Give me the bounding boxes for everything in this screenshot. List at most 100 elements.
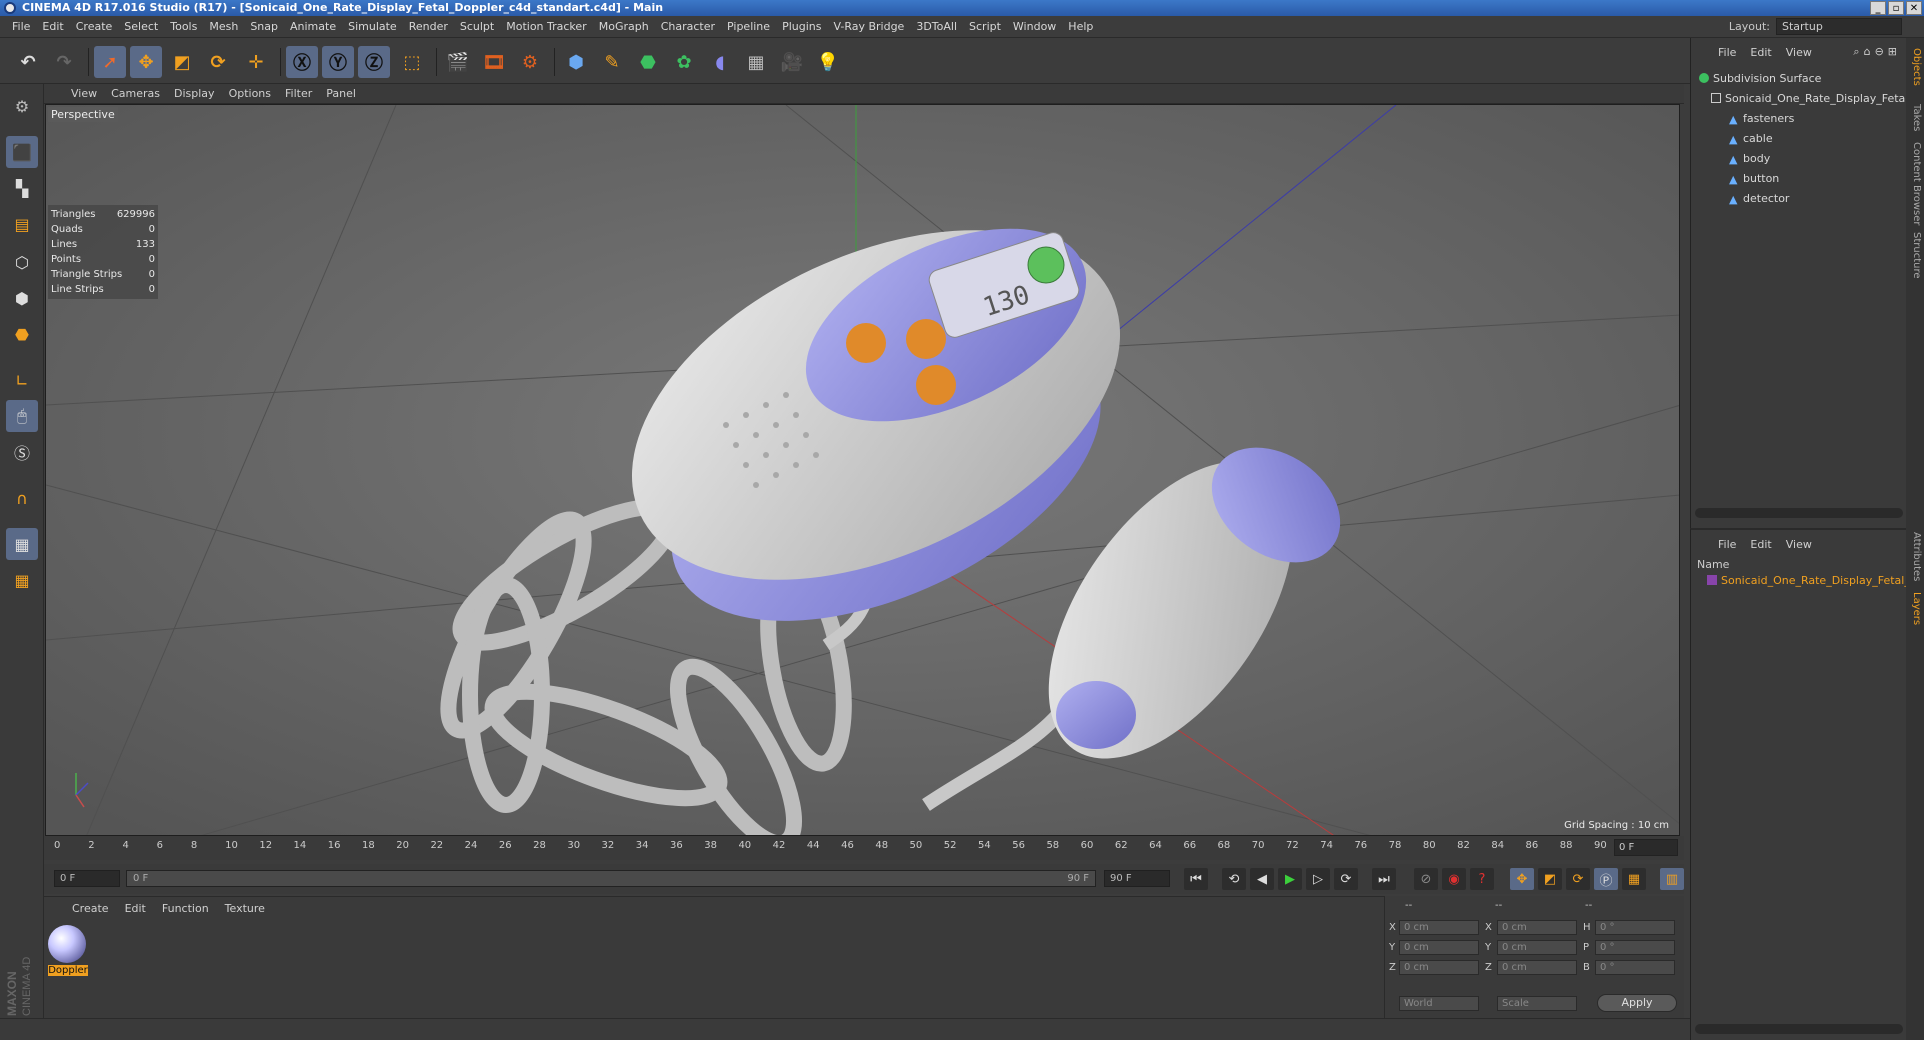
key-pla-icon[interactable]: ▦ bbox=[1622, 868, 1646, 890]
layers-menu-file[interactable]: File bbox=[1711, 538, 1743, 551]
tab-structure[interactable]: Structure bbox=[1908, 228, 1922, 283]
polygons-mode-icon[interactable]: ⬣ bbox=[6, 318, 38, 350]
pos-y-field[interactable]: 0 cm bbox=[1399, 940, 1479, 955]
viewport-menu-panel[interactable]: Panel bbox=[319, 87, 363, 100]
menu-render[interactable]: Render bbox=[403, 16, 454, 38]
key-position-icon[interactable]: ✥ bbox=[1510, 868, 1534, 890]
transform-tool-icon[interactable]: ✛ bbox=[240, 46, 272, 78]
menu-window[interactable]: Window bbox=[1007, 16, 1062, 38]
key-scale-icon[interactable]: ◩ bbox=[1538, 868, 1562, 890]
size-x-field[interactable]: 0 cm bbox=[1497, 920, 1577, 935]
viewport-menu-cameras[interactable]: Cameras bbox=[104, 87, 167, 100]
maximize-button[interactable]: ▫ bbox=[1888, 1, 1904, 15]
layers-menu-edit[interactable]: Edit bbox=[1743, 538, 1778, 551]
size-z-field[interactable]: 0 cm bbox=[1497, 960, 1577, 975]
edges-mode-icon[interactable]: ⬢ bbox=[6, 282, 38, 314]
layers-menu-view[interactable]: View bbox=[1779, 538, 1819, 551]
light-icon[interactable]: 💡 bbox=[812, 46, 844, 78]
objects-menu-file[interactable]: File bbox=[1711, 46, 1743, 59]
redo-icon[interactable]: ↷ bbox=[48, 46, 80, 78]
menu-motion-tracker[interactable]: Motion Tracker bbox=[500, 16, 592, 38]
size-mode-select[interactable]: Scale bbox=[1497, 996, 1577, 1011]
rot-h-field[interactable]: 0 ° bbox=[1595, 920, 1675, 935]
rot-b-field[interactable]: 0 ° bbox=[1595, 960, 1675, 975]
end-frame-field[interactable]: 90 F bbox=[1104, 870, 1170, 887]
planar-workplane-icon[interactable]: ▦ bbox=[6, 564, 38, 596]
tree-item-button[interactable]: ▲ button bbox=[1729, 170, 1779, 188]
menu-pipeline[interactable]: Pipeline bbox=[721, 16, 776, 38]
menu-help[interactable]: Help bbox=[1062, 16, 1099, 38]
menu-create[interactable]: Create bbox=[70, 16, 119, 38]
goto-start-icon[interactable]: ⏮ bbox=[1184, 868, 1208, 890]
menu-edit[interactable]: Edit bbox=[36, 16, 69, 38]
close-button[interactable]: ✕ bbox=[1906, 1, 1922, 15]
deformer-icon[interactable]: ◖ bbox=[704, 46, 736, 78]
x-axis-lock-icon[interactable]: Ⓧ bbox=[286, 46, 318, 78]
layers-h-scrollbar[interactable] bbox=[1695, 1024, 1903, 1034]
tab-attributes[interactable]: Attributes bbox=[1908, 528, 1922, 585]
viewport-menu-display[interactable]: Display bbox=[167, 87, 222, 100]
menu-3dtoall[interactable]: 3DToAll bbox=[910, 16, 963, 38]
scale-tool-icon[interactable]: ◩ bbox=[166, 46, 198, 78]
pen-spline-icon[interactable]: ✎ bbox=[596, 46, 628, 78]
menu-file[interactable]: File bbox=[6, 16, 36, 38]
menu-vray-bridge[interactable]: V-Ray Bridge bbox=[827, 16, 910, 38]
snap-icon[interactable]: Ⓢ bbox=[6, 436, 38, 468]
tree-item-sonicaid-group[interactable]: Sonicaid_One_Rate_Display_Fetal_ bbox=[1711, 90, 1914, 108]
coordinate-space-select[interactable]: World bbox=[1399, 996, 1479, 1011]
render-view-icon[interactable]: 🎬 bbox=[442, 46, 474, 78]
floor-scene-icon[interactable]: ▦ bbox=[740, 46, 772, 78]
undo-icon[interactable]: ↶ bbox=[12, 46, 44, 78]
rot-p-field[interactable]: 0 ° bbox=[1595, 940, 1675, 955]
menu-animate[interactable]: Animate bbox=[284, 16, 342, 38]
start-frame-field[interactable]: 0 F bbox=[54, 870, 120, 887]
goto-end-icon[interactable]: ⏭ bbox=[1372, 868, 1396, 890]
points-mode-icon[interactable]: ⬡ bbox=[6, 246, 38, 278]
menu-mograph[interactable]: MoGraph bbox=[593, 16, 655, 38]
size-y-field[interactable]: 0 cm bbox=[1497, 940, 1577, 955]
apply-button[interactable]: Apply bbox=[1597, 994, 1677, 1012]
menu-snap[interactable]: Snap bbox=[244, 16, 284, 38]
coordinate-system-icon[interactable]: ⬚ bbox=[396, 46, 428, 78]
material-menu-edit[interactable]: Edit bbox=[117, 901, 154, 917]
rotate-tool-icon[interactable]: ⟳ bbox=[202, 46, 234, 78]
tree-item-cable[interactable]: ▲ cable bbox=[1729, 130, 1773, 148]
current-frame-field[interactable]: 0 F bbox=[1614, 839, 1678, 856]
objects-menu-edit[interactable]: Edit bbox=[1743, 46, 1778, 59]
pos-z-field[interactable]: 0 cm bbox=[1399, 960, 1479, 975]
play-icon[interactable]: ▶ bbox=[1278, 868, 1302, 890]
y-axis-lock-icon[interactable]: Ⓨ bbox=[322, 46, 354, 78]
menu-tools[interactable]: Tools bbox=[164, 16, 203, 38]
make-editable-icon[interactable]: ⚙ bbox=[6, 90, 38, 122]
pos-x-field[interactable]: 0 cm bbox=[1399, 920, 1479, 935]
workplane-mode-icon[interactable]: ▤ bbox=[6, 208, 38, 240]
key-rotation-icon[interactable]: ⟳ bbox=[1566, 868, 1590, 890]
objects-h-scrollbar[interactable] bbox=[1695, 508, 1903, 518]
keyframe-selection-icon[interactable]: ? bbox=[1470, 868, 1494, 890]
material-swatch[interactable]: Doppler bbox=[48, 925, 88, 981]
tree-item-fasteners[interactable]: ▲ fasteners bbox=[1729, 110, 1794, 128]
tab-layers[interactable]: Layers bbox=[1908, 588, 1922, 629]
layer-item[interactable]: Sonicaid_One_Rate_Display_Fetal_D bbox=[1707, 572, 1918, 590]
menu-select[interactable]: Select bbox=[118, 16, 164, 38]
autokey-icon[interactable]: ◉ bbox=[1442, 868, 1466, 890]
layout-select[interactable]: Startup bbox=[1776, 18, 1902, 35]
menu-plugins[interactable]: Plugins bbox=[776, 16, 827, 38]
cloner-icon[interactable]: ✿ bbox=[668, 46, 700, 78]
move-tool-icon[interactable]: ✥ bbox=[130, 46, 162, 78]
menu-script[interactable]: Script bbox=[963, 16, 1007, 38]
axis-mode-icon[interactable]: ∟ bbox=[6, 364, 38, 396]
tab-content-browser[interactable]: Content Browser bbox=[1908, 138, 1922, 229]
render-picture-viewer-icon[interactable]: 🎞 bbox=[478, 46, 510, 78]
minimize-button[interactable]: _ bbox=[1870, 1, 1886, 15]
tweak-mode-icon[interactable]: 🖱 bbox=[6, 400, 38, 432]
tree-item-subdivision-surface[interactable]: Subdivision Surface bbox=[1699, 70, 1821, 88]
timeline-window-icon[interactable]: ▥ bbox=[1660, 868, 1684, 890]
timeline-ruler[interactable]: 0 2 4 6 8 10 12 14 16 18 20 22 24 26 28 30 32 34 36 38 40 42 4… bbox=[44, 836, 1684, 860]
perspective-viewport[interactable]: 130 ✥↧⟳▢ Perspective Triangles629996 Qua… bbox=[45, 104, 1680, 836]
texture-mode-icon[interactable]: ▚ bbox=[6, 172, 38, 204]
tab-objects[interactable]: Objects bbox=[1908, 44, 1922, 90]
tab-takes[interactable]: Takes bbox=[1908, 100, 1922, 135]
objects-search-icon[interactable]: ⌕⌂⊖⊞ bbox=[1853, 45, 1901, 59]
viewport-menu-filter[interactable]: Filter bbox=[278, 87, 319, 100]
